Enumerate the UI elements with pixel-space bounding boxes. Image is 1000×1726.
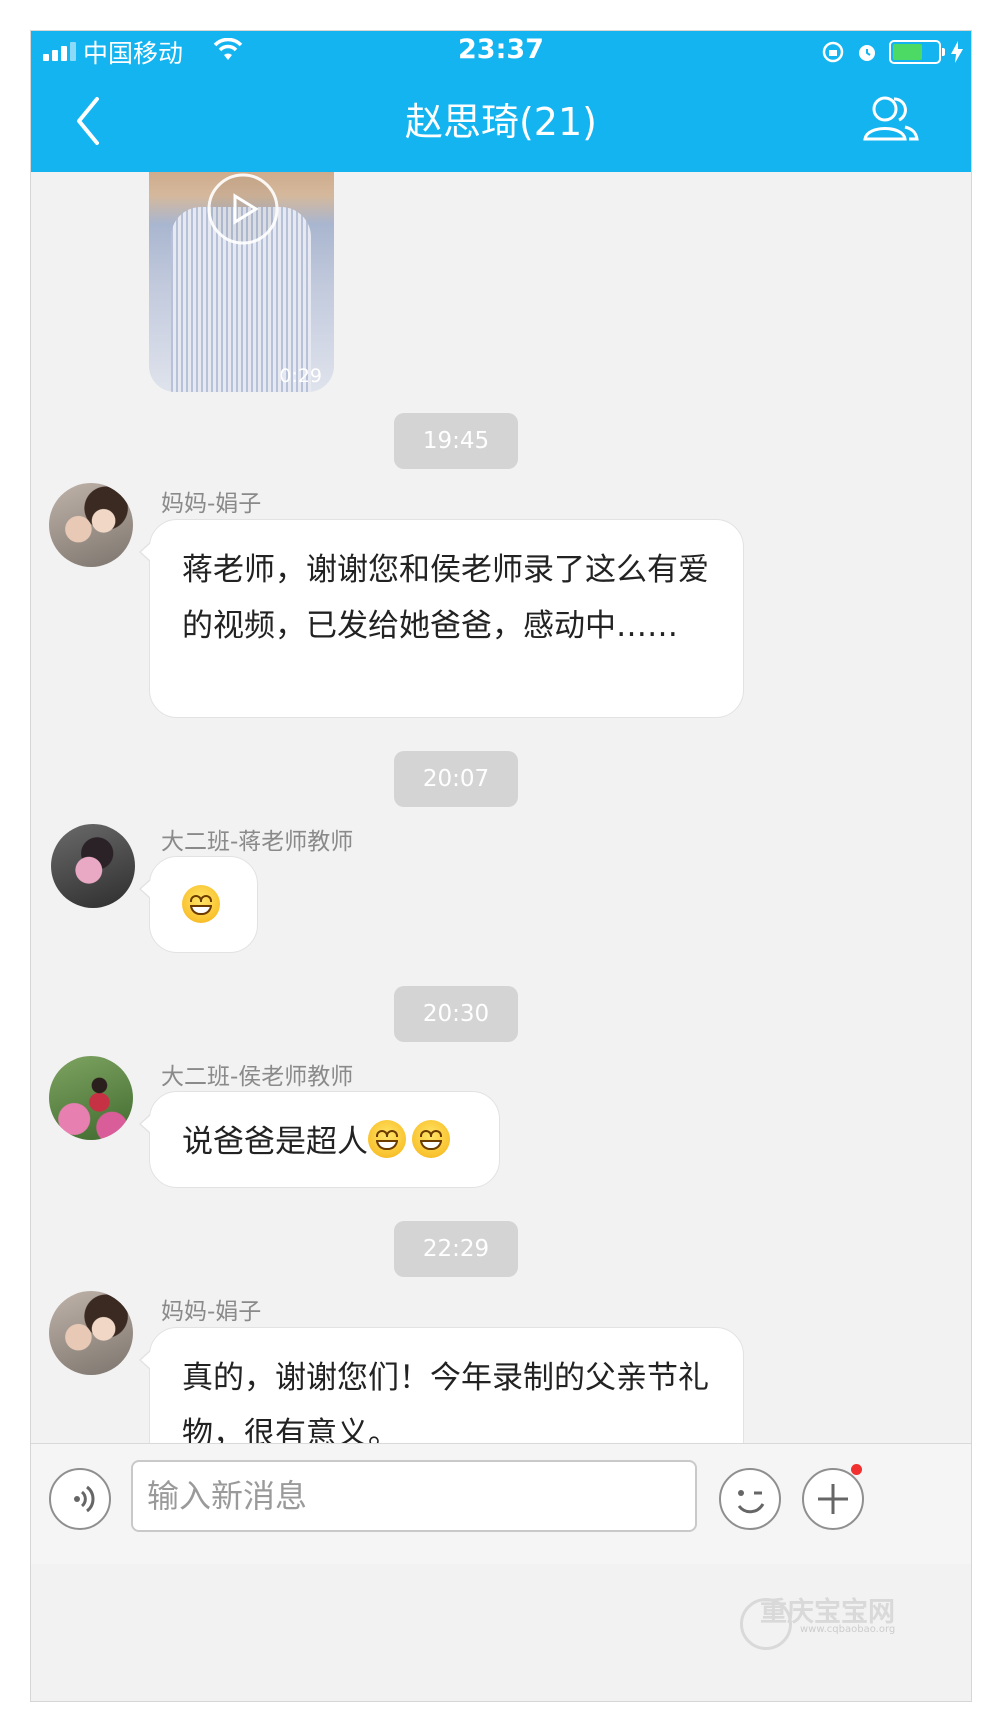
phone-screen: 中国移动 23:37 赵思琦(21) 0:29 19:45 妈妈-娟子 蒋老师，… xyxy=(30,30,972,1702)
charging-icon xyxy=(951,41,963,63)
input-bar: 输入新消息 xyxy=(31,1443,971,1564)
timestamp: 20:30 xyxy=(394,986,518,1042)
video-duration: 0:29 xyxy=(279,365,322,387)
chat-title: 赵思琦(21) xyxy=(404,100,597,144)
message-text: 说爸爸是超人 xyxy=(182,1124,368,1160)
status-icons xyxy=(821,37,963,67)
notification-dot xyxy=(851,1464,862,1475)
avatar-teacher-jiang[interactable] xyxy=(51,824,135,908)
timestamp: 22:29 xyxy=(394,1221,518,1277)
chat-area[interactable]: 0:29 19:45 妈妈-娟子 蒋老师，谢谢您和侯老师录了这么有爱的视频，已发… xyxy=(31,172,971,1623)
timestamp: 19:45 xyxy=(394,413,518,469)
avatar-mom[interactable] xyxy=(49,483,133,567)
emoji-wink-icon[interactable] xyxy=(719,1468,781,1530)
watermark-subtext: www.cqbaobao.org xyxy=(800,1624,896,1635)
avatar-mom[interactable] xyxy=(49,1291,133,1375)
video-message[interactable]: 0:29 xyxy=(149,172,334,392)
message-text: 蒋老师，谢谢您和侯老师录了这么有爱的视频，已发给她爸爸，感动中…… xyxy=(182,552,709,644)
play-icon[interactable] xyxy=(206,172,280,246)
sender-name: 大二班-蒋老师教师 xyxy=(161,829,354,855)
message-input[interactable]: 输入新消息 xyxy=(131,1460,697,1532)
message-text: 真的，谢谢您们！今年录制的父亲节礼物，很有意义。 xyxy=(182,1360,709,1452)
alarm-icon xyxy=(859,45,875,61)
rotation-lock-icon xyxy=(822,41,844,63)
grinning-face-icon xyxy=(368,1120,406,1158)
avatar-teacher-hou[interactable] xyxy=(49,1056,133,1140)
sender-name: 妈妈-娟子 xyxy=(161,1299,262,1325)
status-bar: 中国移动 23:37 xyxy=(31,31,971,71)
grinning-face-icon xyxy=(182,885,220,923)
group-members-icon[interactable] xyxy=(861,89,921,149)
top-bar: 中国移动 23:37 赵思琦(21) xyxy=(31,31,971,172)
message-bubble[interactable]: 说爸爸是超人 xyxy=(139,1091,500,1188)
message-bubble[interactable] xyxy=(139,856,258,953)
battery-icon xyxy=(889,40,945,64)
plus-icon[interactable] xyxy=(802,1468,864,1530)
message-bubble[interactable]: 蒋老师，谢谢您和侯老师录了这么有爱的视频，已发给她爸爸，感动中…… xyxy=(139,519,744,718)
grinning-face-icon xyxy=(412,1120,450,1158)
timestamp: 20:07 xyxy=(394,751,518,807)
sender-name: 大二班-侯老师教师 xyxy=(161,1064,354,1090)
nav-bar: 赵思琦(21) xyxy=(31,81,971,171)
sender-name: 妈妈-娟子 xyxy=(161,491,262,517)
voice-icon[interactable] xyxy=(49,1468,111,1530)
